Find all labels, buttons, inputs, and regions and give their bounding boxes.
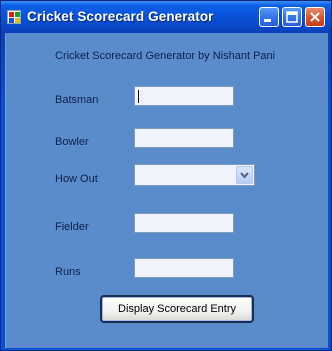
- window-title: Cricket Scorecard Generator: [27, 9, 214, 24]
- app-window: Cricket Scorecard Generator Cricket Scor…: [0, 0, 332, 351]
- text-caret: [138, 90, 139, 103]
- maximize-button[interactable]: [282, 7, 302, 27]
- bowler-label: Bowler: [55, 136, 89, 148]
- batsman-input[interactable]: [134, 86, 234, 106]
- how-out-dropdown[interactable]: [134, 164, 255, 186]
- runs-input[interactable]: [134, 258, 234, 278]
- fielder-input[interactable]: [134, 213, 234, 233]
- batsman-label: Batsman: [55, 94, 99, 106]
- minimize-icon: [264, 19, 271, 22]
- app-icon[interactable]: [7, 10, 21, 24]
- close-button[interactable]: [305, 7, 325, 27]
- dropdown-arrow-button[interactable]: [236, 166, 253, 184]
- display-scorecard-entry-button[interactable]: Display Scorecard Entry: [100, 295, 254, 323]
- maximize-icon: [286, 11, 298, 23]
- bowler-input[interactable]: [134, 128, 234, 148]
- title-bar[interactable]: Cricket Scorecard Generator: [1, 1, 331, 33]
- how-out-label: How Out: [55, 173, 98, 185]
- form-heading: Cricket Scorecard Generator by Nishant P…: [55, 50, 276, 62]
- fielder-label: Fielder: [55, 221, 89, 233]
- minimize-button[interactable]: [259, 7, 279, 27]
- chevron-down-icon: [240, 172, 249, 179]
- runs-label: Runs: [55, 266, 81, 278]
- close-icon: [310, 12, 320, 22]
